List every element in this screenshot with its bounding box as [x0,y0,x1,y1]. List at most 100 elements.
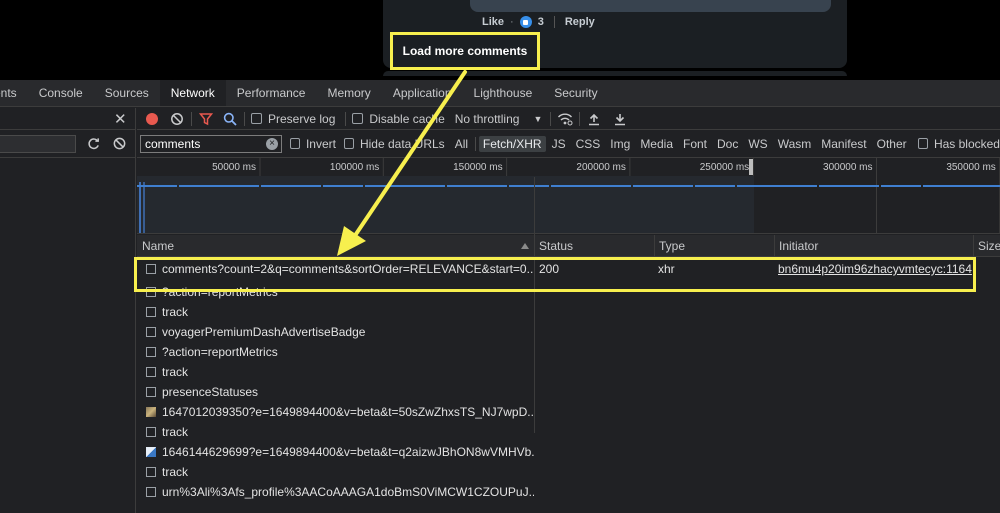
request-row[interactable]: track [137,302,1000,322]
throttling-select[interactable]: No throttling [455,112,520,126]
filter-type-media[interactable]: Media [636,136,677,152]
network-conditions-icon[interactable] [557,111,573,127]
filter-type-all[interactable]: All [451,136,472,152]
sort-ascending-icon[interactable] [521,243,529,249]
tab-console[interactable]: Console [28,80,94,106]
request-row[interactable]: track [137,422,1000,442]
tab-memory[interactable]: Memory [316,80,381,106]
request-status [539,402,651,422]
comment-bubble [470,0,831,12]
request-row[interactable]: track [137,362,1000,382]
request-name: track [162,425,189,439]
request-initiator[interactable] [778,442,973,462]
filter-type-wasm[interactable]: Wasm [774,136,816,152]
request-row[interactable]: 1647012039350?e=1649894400&v=beta&t=50sZ… [137,402,1000,422]
timeline-tick-label: 100000 ms [329,162,380,173]
column-initiator[interactable]: Initiator [774,235,973,257]
clear-filter-icon[interactable]: × [266,137,278,150]
filter-type-css[interactable]: CSS [572,136,605,152]
timeline-tick-label: 250000 ms [699,162,750,173]
filter-type-img[interactable]: Img [606,136,634,152]
reaction-count[interactable]: 3 [538,16,544,28]
column-size[interactable]: Size [973,235,1000,257]
request-name-cell[interactable]: track [146,302,534,322]
timeline-tick-label: 300000 ms [823,162,873,173]
document-icon [146,367,156,377]
search-icon[interactable] [222,111,238,127]
request-row[interactable]: ?action=reportMetrics [137,342,1000,362]
tab-security[interactable]: Security [543,80,608,106]
request-name-cell[interactable]: urn%3Ali%3Afs_profile%3AACoAAAGA1doBmS0V… [146,482,534,502]
filter-type-js[interactable]: JS [548,136,570,152]
filter-type-font[interactable]: Font [679,136,711,152]
comment-actions: Like · 3 Reply [482,14,595,30]
timeline-tick-label: 350000 ms [946,162,996,173]
left-sidebar-panel: ✕ [0,108,136,513]
document-icon [146,387,156,397]
image-icon [146,407,156,417]
request-row[interactable]: urn%3Ali%3Afs_profile%3AACoAAAGA1doBmS0V… [137,482,1000,502]
timeline-handle[interactable] [749,159,753,175]
request-name-cell[interactable]: track [146,422,534,442]
clear-icon[interactable] [169,111,185,127]
request-initiator[interactable] [778,462,973,482]
filter-type-other[interactable]: Other [873,136,911,152]
like-button[interactable]: Like [482,16,504,28]
load-more-comments-button[interactable]: Load more comments [390,32,540,70]
timeline-overview[interactable]: 50000 ms 100000 ms 150000 ms 200000 ms 25000… [137,158,1000,234]
column-name[interactable]: Name [137,235,534,257]
separator-dot: · [510,16,514,28]
request-name-cell[interactable]: voyagerPremiumDashAdvertiseBadge [146,322,534,342]
request-initiator[interactable] [778,402,973,422]
tab-elements[interactable]: ents [0,80,28,106]
filter-type-manifest[interactable]: Manifest [817,136,870,152]
request-name-cell[interactable]: 1646144629699?e=1649894400&v=beta&t=q2ai… [146,442,534,462]
filter-input[interactable] [141,135,281,152]
request-row[interactable]: voyagerPremiumDashAdvertiseBadge [137,322,1000,342]
filter-type-fetch-xhr[interactable]: Fetch/XHR [478,135,546,152]
block-icon[interactable] [112,136,127,151]
tab-sources[interactable]: Sources [94,80,160,106]
tab-network[interactable]: Network [159,80,226,106]
record-icon[interactable] [144,111,160,127]
tab-application[interactable]: Application [382,80,463,106]
request-row[interactable]: track [137,462,1000,482]
chevron-down-icon[interactable]: ▼ [533,114,542,124]
filter-icon[interactable] [198,111,214,127]
tab-performance[interactable]: Performance [226,80,317,106]
request-status [539,342,651,362]
request-name-cell[interactable]: track [146,362,534,382]
refresh-icon[interactable] [86,136,101,151]
request-initiator[interactable] [778,482,973,502]
filter-type-ws[interactable]: WS [744,136,771,152]
request-name-cell[interactable]: 1647012039350?e=1649894400&v=beta&t=50sZ… [146,402,534,422]
hide-data-urls-checkbox[interactable] [344,138,354,149]
request-name-cell[interactable]: presenceStatuses [146,382,534,402]
reply-button[interactable]: Reply [565,16,595,28]
devtools-tab-bar: ents Console Sources Network Performance… [0,80,1000,107]
request-name: ?action=reportMetrics [162,345,278,359]
disable-cache-checkbox[interactable] [352,113,364,124]
column-status[interactable]: Status [534,235,654,257]
import-har-icon[interactable] [586,111,602,127]
close-icon[interactable]: ✕ [114,110,127,128]
request-row[interactable]: presenceStatuses [137,382,1000,402]
column-type[interactable]: Type [654,235,774,257]
has-blocked-checkbox[interactable] [918,138,928,149]
preserve-log-checkbox[interactable] [251,113,262,124]
request-initiator[interactable] [778,422,973,442]
request-initiator[interactable] [778,362,973,382]
request-initiator[interactable] [778,382,973,402]
request-initiator[interactable] [778,342,973,362]
request-row[interactable]: 1646144629699?e=1649894400&v=beta&t=q2ai… [137,442,1000,462]
filter-type-doc[interactable]: Doc [713,136,742,152]
request-name-cell[interactable]: track [146,462,534,482]
invert-checkbox[interactable] [290,138,300,149]
request-initiator[interactable] [778,322,973,342]
request-name-cell[interactable]: ?action=reportMetrics [146,342,534,362]
network-toolbar: Preserve log Disable cache No throttling… [137,108,1000,130]
tab-lighthouse[interactable]: Lighthouse [463,80,544,106]
left-search-input[interactable] [0,135,76,153]
export-har-icon[interactable] [612,111,628,127]
request-initiator[interactable] [778,302,973,322]
